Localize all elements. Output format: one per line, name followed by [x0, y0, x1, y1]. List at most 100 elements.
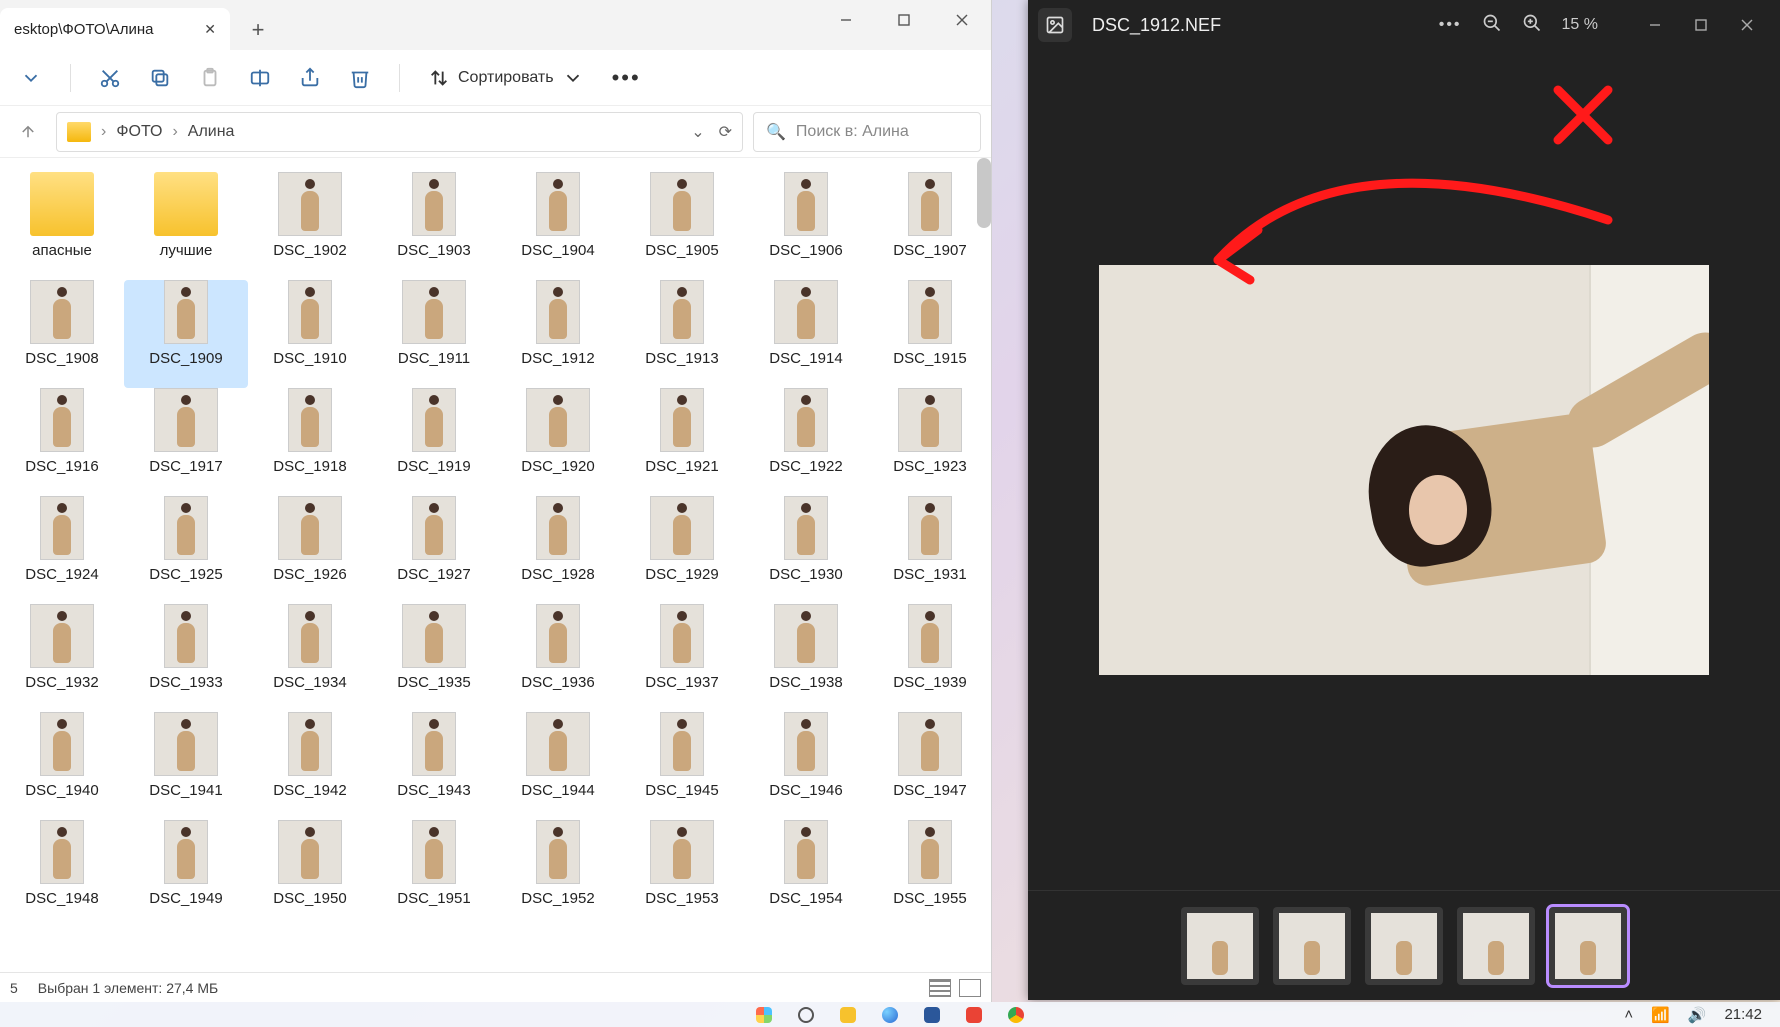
filmstrip-thumb[interactable] — [1549, 907, 1627, 985]
file-item[interactable]: DSC_1943 — [372, 712, 496, 820]
file-item[interactable]: DSC_1916 — [0, 388, 124, 496]
file-item[interactable]: DSC_1905 — [620, 172, 744, 280]
cut-button[interactable] — [99, 67, 121, 89]
file-item[interactable]: DSC_1902 — [248, 172, 372, 280]
file-item[interactable]: DSC_1951 — [372, 820, 496, 928]
file-item[interactable]: DSC_1941 — [124, 712, 248, 820]
file-item[interactable]: DSC_1942 — [248, 712, 372, 820]
taskbar-tray[interactable]: ˄ 📶 🔊 21:42 — [1624, 1006, 1762, 1024]
folder-item[interactable]: апасные — [0, 172, 124, 280]
file-item[interactable]: DSC_1920 — [496, 388, 620, 496]
file-item[interactable]: DSC_1934 — [248, 604, 372, 712]
copy-button[interactable] — [149, 67, 171, 89]
file-item[interactable]: DSC_1913 — [620, 280, 744, 388]
maximize-button[interactable] — [875, 0, 933, 40]
explorer-tab[interactable]: esktop\ФОТО\Алина ✕ — [0, 8, 230, 50]
chevron-down-icon[interactable]: ⌄ — [691, 122, 704, 142]
paste-button[interactable] — [199, 67, 221, 89]
chrome-taskbar-icon[interactable] — [1008, 1007, 1024, 1023]
file-item[interactable]: DSC_1927 — [372, 496, 496, 604]
file-item[interactable]: DSC_1918 — [248, 388, 372, 496]
file-item[interactable]: DSC_1908 — [0, 280, 124, 388]
folder-item[interactable]: лучшие — [124, 172, 248, 280]
file-item[interactable]: DSC_1952 — [496, 820, 620, 928]
file-item[interactable]: DSC_1935 — [372, 604, 496, 712]
filmstrip-thumb[interactable] — [1181, 907, 1259, 985]
file-item[interactable]: DSC_1907 — [868, 172, 991, 280]
refresh-icon[interactable]: ⟳ — [719, 122, 732, 142]
filmstrip-thumb[interactable] — [1365, 907, 1443, 985]
file-item[interactable]: DSC_1950 — [248, 820, 372, 928]
file-item[interactable]: DSC_1925 — [124, 496, 248, 604]
file-item[interactable]: DSC_1946 — [744, 712, 868, 820]
file-item[interactable]: DSC_1906 — [744, 172, 868, 280]
zoom-in-icon[interactable] — [1522, 13, 1542, 38]
file-item[interactable]: DSC_1953 — [620, 820, 744, 928]
new-dropdown[interactable] — [20, 67, 42, 89]
address-bar[interactable]: › ФОТО › Алина ⌄ ⟳ — [56, 112, 743, 152]
explorer-taskbar-icon[interactable] — [840, 1007, 856, 1023]
delete-button[interactable] — [349, 67, 371, 89]
file-item[interactable]: DSC_1923 — [868, 388, 991, 496]
file-item[interactable]: DSC_1939 — [868, 604, 991, 712]
file-item[interactable]: DSC_1937 — [620, 604, 744, 712]
photos-close-button[interactable] — [1724, 8, 1770, 42]
scrollbar-thumb[interactable] — [977, 158, 991, 228]
search-box[interactable]: 🔍 Поиск в: Алина — [753, 112, 981, 152]
photos-maximize-button[interactable] — [1678, 8, 1724, 42]
file-item[interactable]: DSC_1954 — [744, 820, 868, 928]
start-icon[interactable] — [756, 1007, 772, 1023]
sort-button[interactable]: Сортировать — [428, 67, 584, 89]
word-taskbar-icon[interactable] — [924, 1007, 940, 1023]
file-item[interactable]: DSC_1903 — [372, 172, 496, 280]
breadcrumb-segment[interactable]: Алина — [188, 123, 235, 141]
close-button[interactable] — [933, 0, 991, 40]
photos-canvas[interactable] — [1028, 50, 1780, 890]
photos-minimize-button[interactable] — [1632, 8, 1678, 42]
tray-wifi-icon[interactable]: 📶 — [1651, 1006, 1670, 1024]
breadcrumb-segment[interactable]: ФОТО — [116, 123, 162, 141]
new-tab-button[interactable]: + — [238, 10, 278, 50]
minimize-button[interactable] — [817, 0, 875, 40]
more-button[interactable]: ••• — [612, 65, 641, 91]
file-item[interactable]: DSC_1922 — [744, 388, 868, 496]
filmstrip-thumb[interactable] — [1273, 907, 1351, 985]
file-item[interactable]: DSC_1931 — [868, 496, 991, 604]
file-item[interactable]: DSC_1910 — [248, 280, 372, 388]
file-item[interactable]: DSC_1928 — [496, 496, 620, 604]
taskbar[interactable]: ˄ 📶 🔊 21:42 — [0, 1002, 1780, 1027]
mail-taskbar-icon[interactable] — [966, 1007, 982, 1023]
search-taskbar-icon[interactable] — [798, 1007, 814, 1023]
file-item[interactable]: DSC_1938 — [744, 604, 868, 712]
up-button[interactable] — [10, 114, 46, 150]
file-item[interactable]: DSC_1929 — [620, 496, 744, 604]
file-item[interactable]: DSC_1919 — [372, 388, 496, 496]
file-item[interactable]: DSC_1921 — [620, 388, 744, 496]
file-item[interactable]: DSC_1948 — [0, 820, 124, 928]
tab-close-icon[interactable]: ✕ — [204, 21, 216, 38]
file-item[interactable]: DSC_1930 — [744, 496, 868, 604]
tray-volume-icon[interactable]: 🔊 — [1688, 1006, 1707, 1024]
file-item[interactable]: DSC_1949 — [124, 820, 248, 928]
file-item[interactable]: DSC_1932 — [0, 604, 124, 712]
file-item[interactable]: DSC_1933 — [124, 604, 248, 712]
share-button[interactable] — [299, 67, 321, 89]
file-item[interactable]: DSC_1926 — [248, 496, 372, 604]
taskbar-clock[interactable]: 21:42 — [1724, 1006, 1762, 1023]
file-item[interactable]: DSC_1947 — [868, 712, 991, 820]
filmstrip-thumb[interactable] — [1457, 907, 1535, 985]
file-item[interactable]: DSC_1945 — [620, 712, 744, 820]
more-icon[interactable]: ••• — [1439, 16, 1462, 34]
file-grid[interactable]: апасныелучшиеDSC_1902DSC_1903DSC_1904DSC… — [0, 158, 991, 928]
view-list-button[interactable] — [929, 979, 951, 997]
file-item[interactable]: DSC_1924 — [0, 496, 124, 604]
file-item[interactable]: DSC_1912 — [496, 280, 620, 388]
zoom-out-icon[interactable] — [1482, 13, 1502, 38]
file-item[interactable]: DSC_1917 — [124, 388, 248, 496]
browser-taskbar-icon[interactable] — [882, 1007, 898, 1023]
file-item[interactable]: DSC_1904 — [496, 172, 620, 280]
tray-chevron-icon[interactable]: ˄ — [1624, 1006, 1633, 1023]
file-item[interactable]: DSC_1915 — [868, 280, 991, 388]
file-item[interactable]: DSC_1914 — [744, 280, 868, 388]
file-item[interactable]: DSC_1940 — [0, 712, 124, 820]
